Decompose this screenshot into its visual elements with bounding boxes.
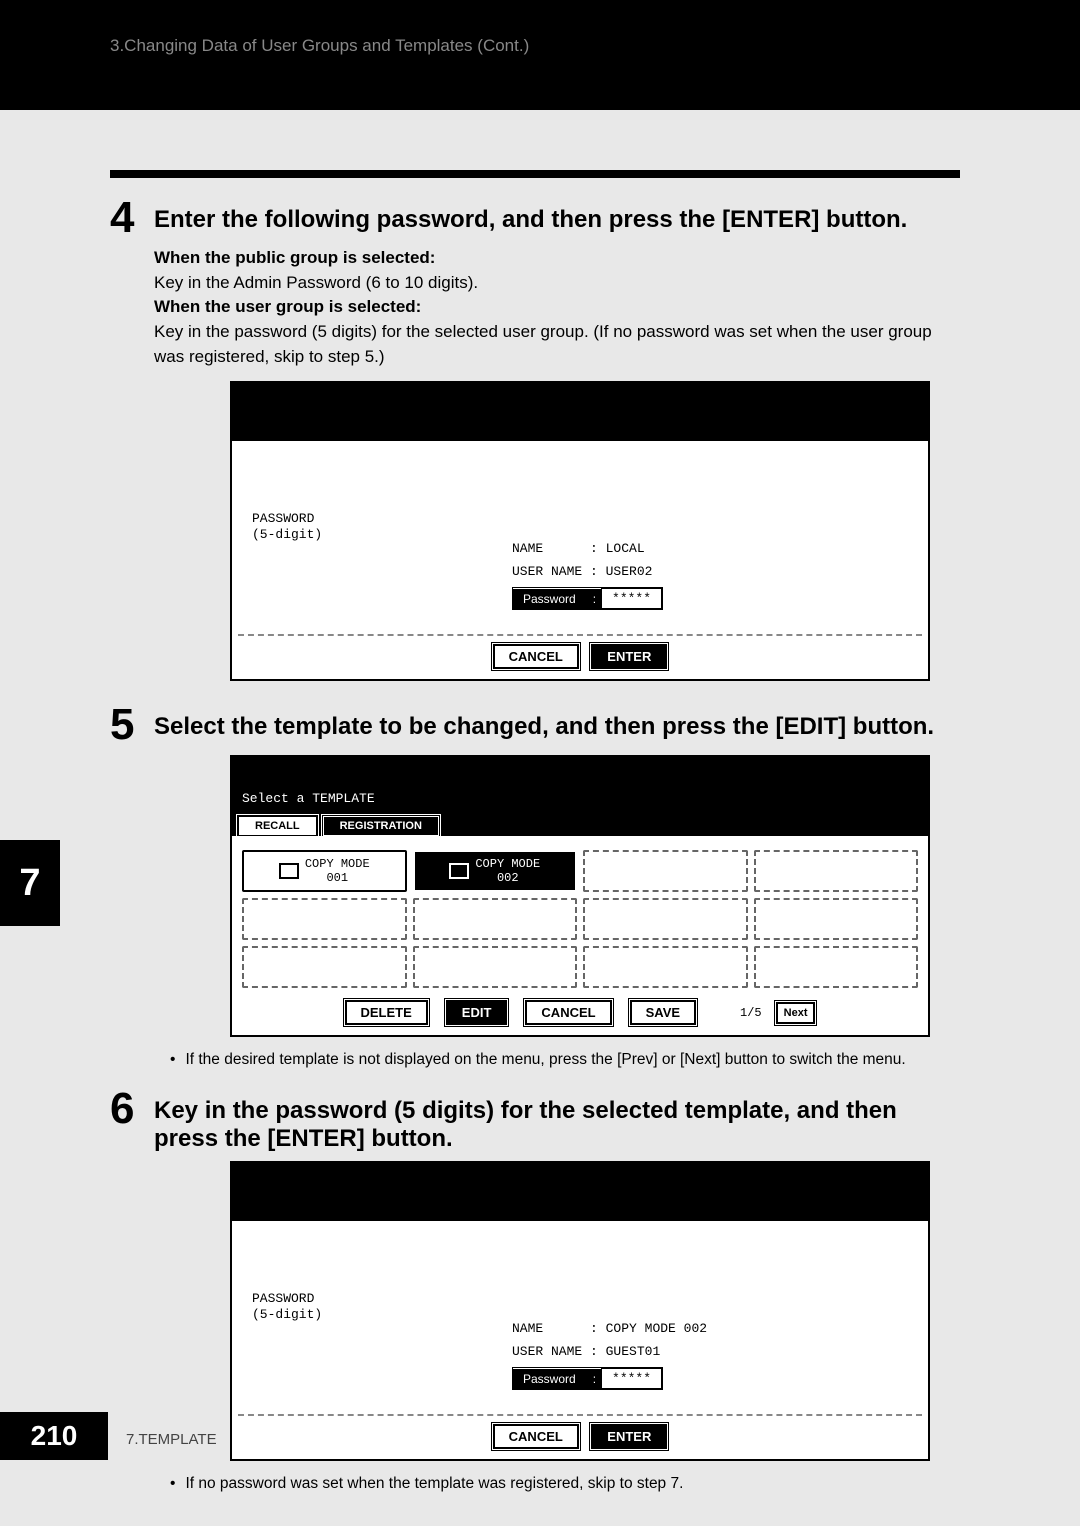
select-template-text: Select a TEMPLATE (232, 783, 928, 810)
cancel-button[interactable]: CANCEL (525, 1000, 611, 1025)
save-button[interactable]: SAVE (630, 1000, 696, 1025)
template-cell-empty[interactable] (754, 898, 919, 940)
step-6-title: Key in the password (5 digits) for the s… (154, 1087, 960, 1153)
name-value: : COPY MODE 002 (590, 1321, 707, 1336)
template-cell-label: COPY MODE 001 (305, 857, 370, 885)
tpl-black-header (232, 757, 928, 783)
step-number-5: 5 (110, 703, 154, 747)
step-5-title: Select the template to be changed, and t… (154, 703, 934, 741)
template-icon (449, 863, 469, 879)
tab-registration[interactable]: REGISTRATION (323, 816, 439, 836)
template-cell-empty[interactable] (583, 898, 748, 940)
password-label-box: Password (513, 1369, 586, 1389)
chapter-side-tab: 7 (0, 840, 60, 926)
page-number-box: 210 (0, 1412, 108, 1460)
public-text: Key in the Admin Password (6 to 10 digit… (154, 271, 960, 296)
template-cell-empty[interactable] (754, 946, 919, 988)
password-panel-template: PASSWORD (5-digit) NAME : COPY MODE 002 … (230, 1161, 930, 1461)
panel-black-header (232, 1163, 928, 1221)
user-heading: When the user group is selected: (154, 295, 960, 320)
cancel-button[interactable]: CANCEL (493, 1424, 579, 1449)
step-4-body: When the public group is selected: Key i… (154, 246, 960, 369)
note-text: If no password was set when the template… (185, 1475, 683, 1493)
step-4-title: Enter the following password, and then p… (154, 196, 907, 234)
name-label: NAME (512, 541, 543, 556)
public-heading: When the public group is selected: (154, 246, 960, 271)
password-5digit-label: PASSWORD (5-digit) (252, 1291, 322, 1322)
step-6-note: • If no password was set when the templa… (170, 1475, 960, 1493)
template-cell-empty[interactable] (242, 898, 407, 940)
page-indicator: 1/5 (740, 1006, 762, 1020)
password-input[interactable]: ***** (601, 1368, 662, 1389)
password-input[interactable]: ***** (601, 588, 662, 609)
template-select-panel: Select a TEMPLATE RECALL REGISTRATION CO… (230, 755, 930, 1037)
password-panel-group: PASSWORD (5-digit) NAME : LOCAL USER NAM… (230, 381, 930, 681)
password-colon: : (586, 589, 602, 609)
panel-button-bar: CANCEL ENTER (238, 1414, 922, 1459)
main-content: 4 Enter the following password, and then… (110, 170, 960, 1511)
step-number-4: 4 (110, 196, 154, 240)
template-cell-empty[interactable] (413, 946, 578, 988)
template-cell-001[interactable]: COPY MODE 001 (242, 850, 407, 892)
name-label: NAME (512, 1321, 543, 1336)
step-5-note: • If the desired template is not display… (170, 1051, 960, 1069)
enter-button[interactable]: ENTER (591, 1424, 667, 1449)
step-6-header: 6 Key in the password (5 digits) for the… (110, 1087, 960, 1153)
tpl-tab-bar: RECALL REGISTRATION (232, 810, 928, 836)
username-label: USER NAME (512, 1344, 582, 1359)
step-5-header: 5 Select the template to be changed, and… (110, 703, 960, 747)
password-label-box: Password (513, 589, 586, 609)
template-cell-empty[interactable] (413, 898, 578, 940)
delete-button[interactable]: DELETE (345, 1000, 428, 1025)
step-4-header: 4 Enter the following password, and then… (110, 196, 960, 240)
template-cell-empty[interactable] (242, 946, 407, 988)
section-rule (110, 170, 960, 178)
user-text: Key in the password (5 digits) for the s… (154, 320, 960, 369)
username-value: : GUEST01 (590, 1344, 660, 1359)
template-cell-empty[interactable] (754, 850, 919, 892)
username-value: : USER02 (590, 564, 652, 579)
template-icon (279, 863, 299, 879)
username-label: USER NAME (512, 564, 582, 579)
template-button-bar: DELETE EDIT CANCEL SAVE 1/5 Next (238, 992, 922, 1029)
next-button[interactable]: Next (776, 1002, 816, 1024)
template-cell-empty[interactable] (583, 850, 748, 892)
footer-chapter: 7.TEMPLATE (126, 1431, 217, 1448)
tab-recall[interactable]: RECALL (238, 816, 317, 836)
template-cell-label: COPY MODE 002 (475, 857, 540, 885)
password-colon: : (586, 1369, 602, 1389)
cancel-button[interactable]: CANCEL (493, 644, 579, 669)
name-value: : LOCAL (590, 541, 645, 556)
breadcrumb: 3.Changing Data of User Groups and Templ… (110, 36, 529, 56)
template-cell-empty[interactable] (583, 946, 748, 988)
panel-button-bar: CANCEL ENTER (238, 634, 922, 679)
panel-black-header (232, 383, 928, 441)
step-number-6: 6 (110, 1087, 154, 1131)
edit-button[interactable]: EDIT (446, 1000, 508, 1025)
password-5digit-label: PASSWORD (5-digit) (252, 511, 322, 542)
enter-button[interactable]: ENTER (591, 644, 667, 669)
template-cell-002[interactable]: COPY MODE 002 (413, 850, 578, 892)
note-text: If the desired template is not displayed… (185, 1051, 905, 1069)
template-grid: COPY MODE 001 COPY MODE 002 (238, 842, 922, 992)
